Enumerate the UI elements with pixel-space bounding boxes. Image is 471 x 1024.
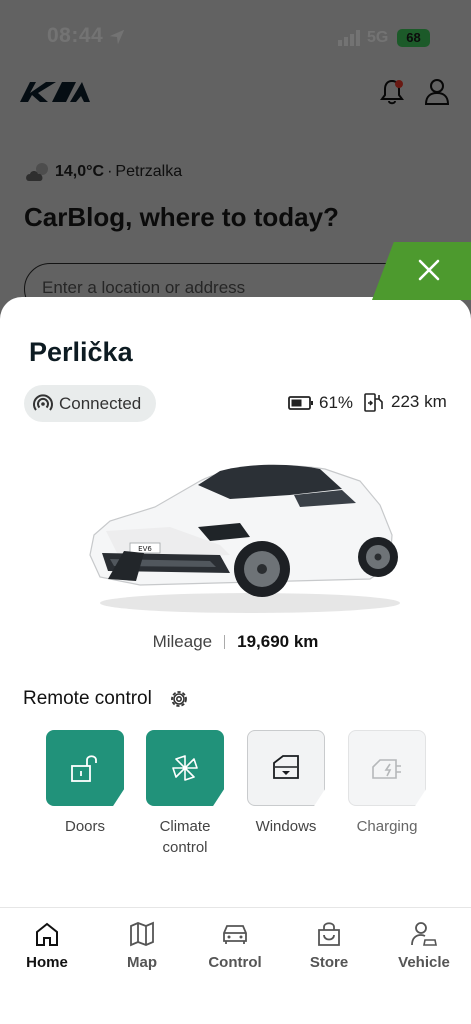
notification-dot [395,80,403,88]
weather-temperature: 14,0°C [55,163,105,180]
cloudy-weather-icon [26,163,48,181]
connection-status-label: Connected [59,393,142,413]
status-bar: 08:44 5G 68 [0,0,471,70]
mileage-divider [224,635,226,649]
nav-label-store: Store [309,954,349,971]
remote-control-title: Remote control [23,688,152,709]
greeting-heading: CarBlog, where to today? [24,202,339,232]
weather-location: Petrzalka [115,163,183,180]
vehicle-image: EV6 [89,464,400,613]
weather-separator: · [107,163,113,180]
charging-plug-icon [372,759,401,779]
charging-control: Charging [348,730,426,837]
charging-control-tile [348,730,426,806]
search-placeholder: Enter a location or address [42,278,246,297]
network-type: 5G [367,29,389,46]
shopping-bag-icon [318,922,340,946]
nav-label-vehicle: Vehicle [398,954,450,971]
windows-control[interactable]: Windows [247,730,325,837]
close-icon[interactable] [418,259,440,281]
windows-control-label: Windows [255,818,317,835]
nav-label-control: Control [208,954,262,971]
cellular-signal-icon [338,30,360,46]
doors-control[interactable]: Doors [46,730,124,837]
vehicle-name: Perlička [29,337,133,367]
range-plug-icon [364,393,383,412]
driving-range-value: 223 km [391,392,447,411]
status-time: 08:44 [47,24,104,47]
location-arrow-icon [109,29,125,45]
nav-item-map[interactable]: Map [102,920,182,971]
kia-logo-icon [20,82,90,102]
battery-icon [288,396,313,410]
nav-item-store[interactable]: Store [289,920,369,971]
battery-level-value: 61% [319,393,354,412]
fan-icon [172,755,198,781]
connected-signal-icon [33,393,53,411]
mileage-label: Mileage [152,632,213,651]
charging-control-label: Charging [356,818,418,835]
mileage-row: Mileage 19,690 km [0,632,471,652]
settings-gear-icon[interactable] [168,688,190,710]
doors-control-label: Doors [64,818,105,835]
window-icon [273,755,299,779]
home-icon [36,922,58,946]
nav-item-vehicle[interactable]: Vehicle [384,920,464,971]
climate-control-label: Climate control [159,818,211,856]
windows-control-tile[interactable] [247,730,325,806]
nav-label-home: Home [26,954,68,971]
nav-item-home[interactable]: Home [7,920,87,971]
connection-status-badge: Connected [24,385,156,422]
license-plate: EV6 [138,545,152,553]
weather-info: 14,0°C · Petrzalka [25,160,182,184]
driving-range: 223 km [363,391,447,413]
nav-label-map: Map [127,954,157,971]
climate-control-tile[interactable] [146,730,224,806]
vehicle-sheet: Perlička Connected 61% 223 km EV6 Mileag… [0,297,471,907]
nav-item-control[interactable]: Control [195,920,275,971]
bottom-navigation: Home Map Control Store Vehicle [0,907,471,1024]
map-icon [130,921,154,947]
climate-control[interactable]: Climate control [146,730,224,858]
car-icon [223,925,247,944]
status-battery: 68 [397,29,430,47]
mileage-value: 19,690 km [237,632,319,651]
unlock-icon [71,755,97,782]
profile-icon[interactable] [424,78,450,106]
doors-control-tile[interactable] [46,730,124,806]
person-car-icon [411,922,437,946]
battery-level: 61% [288,393,353,413]
